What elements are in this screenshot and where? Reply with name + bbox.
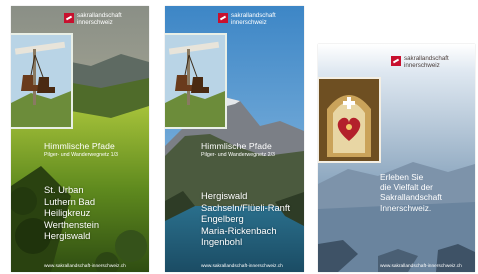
logo-mark-icon [391,56,401,66]
logo-line2: innerschweiz [77,18,113,26]
place-item: Hergiswald [44,230,91,242]
website-url: www.sakrallandschaft-innerschweiz.ch [380,264,462,269]
place-item: Heiligkreuz [44,207,91,219]
hiking-boots-icon [11,35,71,127]
place-item: Hergiswald [201,190,248,201]
tagline-line: Innerschweiz. [380,202,432,213]
logo-line2: innerschweiz [404,61,440,69]
logo-mark-icon [64,13,74,23]
brochure-title: Himmlische Pfade [44,141,115,151]
brochure-title: Himmlische Pfade [201,141,272,151]
brochure-subtitle: Pilger- und Wanderwegnetz 1/3 [44,152,119,158]
hiking-boots-icon [165,35,225,127]
sakrallandschaft-logo: sakrallandschaft innerschweiz [64,12,122,27]
brochure-cover-3[interactable]: sakrallandschaft innerschweiz Erleben Si… [318,44,475,272]
sacred-heart-inset-photo [318,77,381,163]
boots-inset-photo [11,33,73,129]
place-item: Maria-Rickenbach [201,224,277,236]
place-item: Luthern Bad [44,195,96,207]
tagline-line: Sakrallandschaft [380,192,442,203]
logo-line2: innerschweiz [231,18,267,26]
brochure-subtitle: Pilger- und Wanderwegnetz 2/3 [201,152,276,158]
website-url: www.sakrallandschaft-innerschweiz.ch [44,264,126,269]
place-item: Sachseln/Flüeli-Ranft [201,201,291,213]
tagline-line: Erleben Sie [380,172,424,182]
tagline-line: die Vielfalt der [380,182,433,193]
logo-mark-icon [218,13,228,23]
brochure-cover-1[interactable]: sakrallandschaft innerschweiz Himmlische… [11,6,149,272]
place-item: Engelberg [201,213,244,225]
sakrallandschaft-logo: sakrallandschaft innerschweiz [218,12,276,27]
boots-inset-photo [165,33,227,129]
place-list: St. Urban Luthern Bad Heiligkreuz Werthe… [44,184,99,242]
place-item: Ingenbohl [201,236,243,248]
sakrallandschaft-logo: sakrallandschaft innerschweiz [391,55,449,70]
sacred-heart-icon [319,79,379,161]
brochure-cover-2[interactable]: sakrallandschaft innerschweiz Himmlische… [165,6,304,272]
place-list: Hergiswald Sachseln/Flüeli-Ranft Engelbe… [201,190,290,248]
place-item: St. Urban [44,184,84,195]
brochure-tagline: Erleben Sie die Vielfalt der Sakrallands… [380,172,442,213]
place-item: Werthenstein [44,218,100,230]
website-url: www.sakrallandschaft-innerschweiz.ch [201,264,283,269]
